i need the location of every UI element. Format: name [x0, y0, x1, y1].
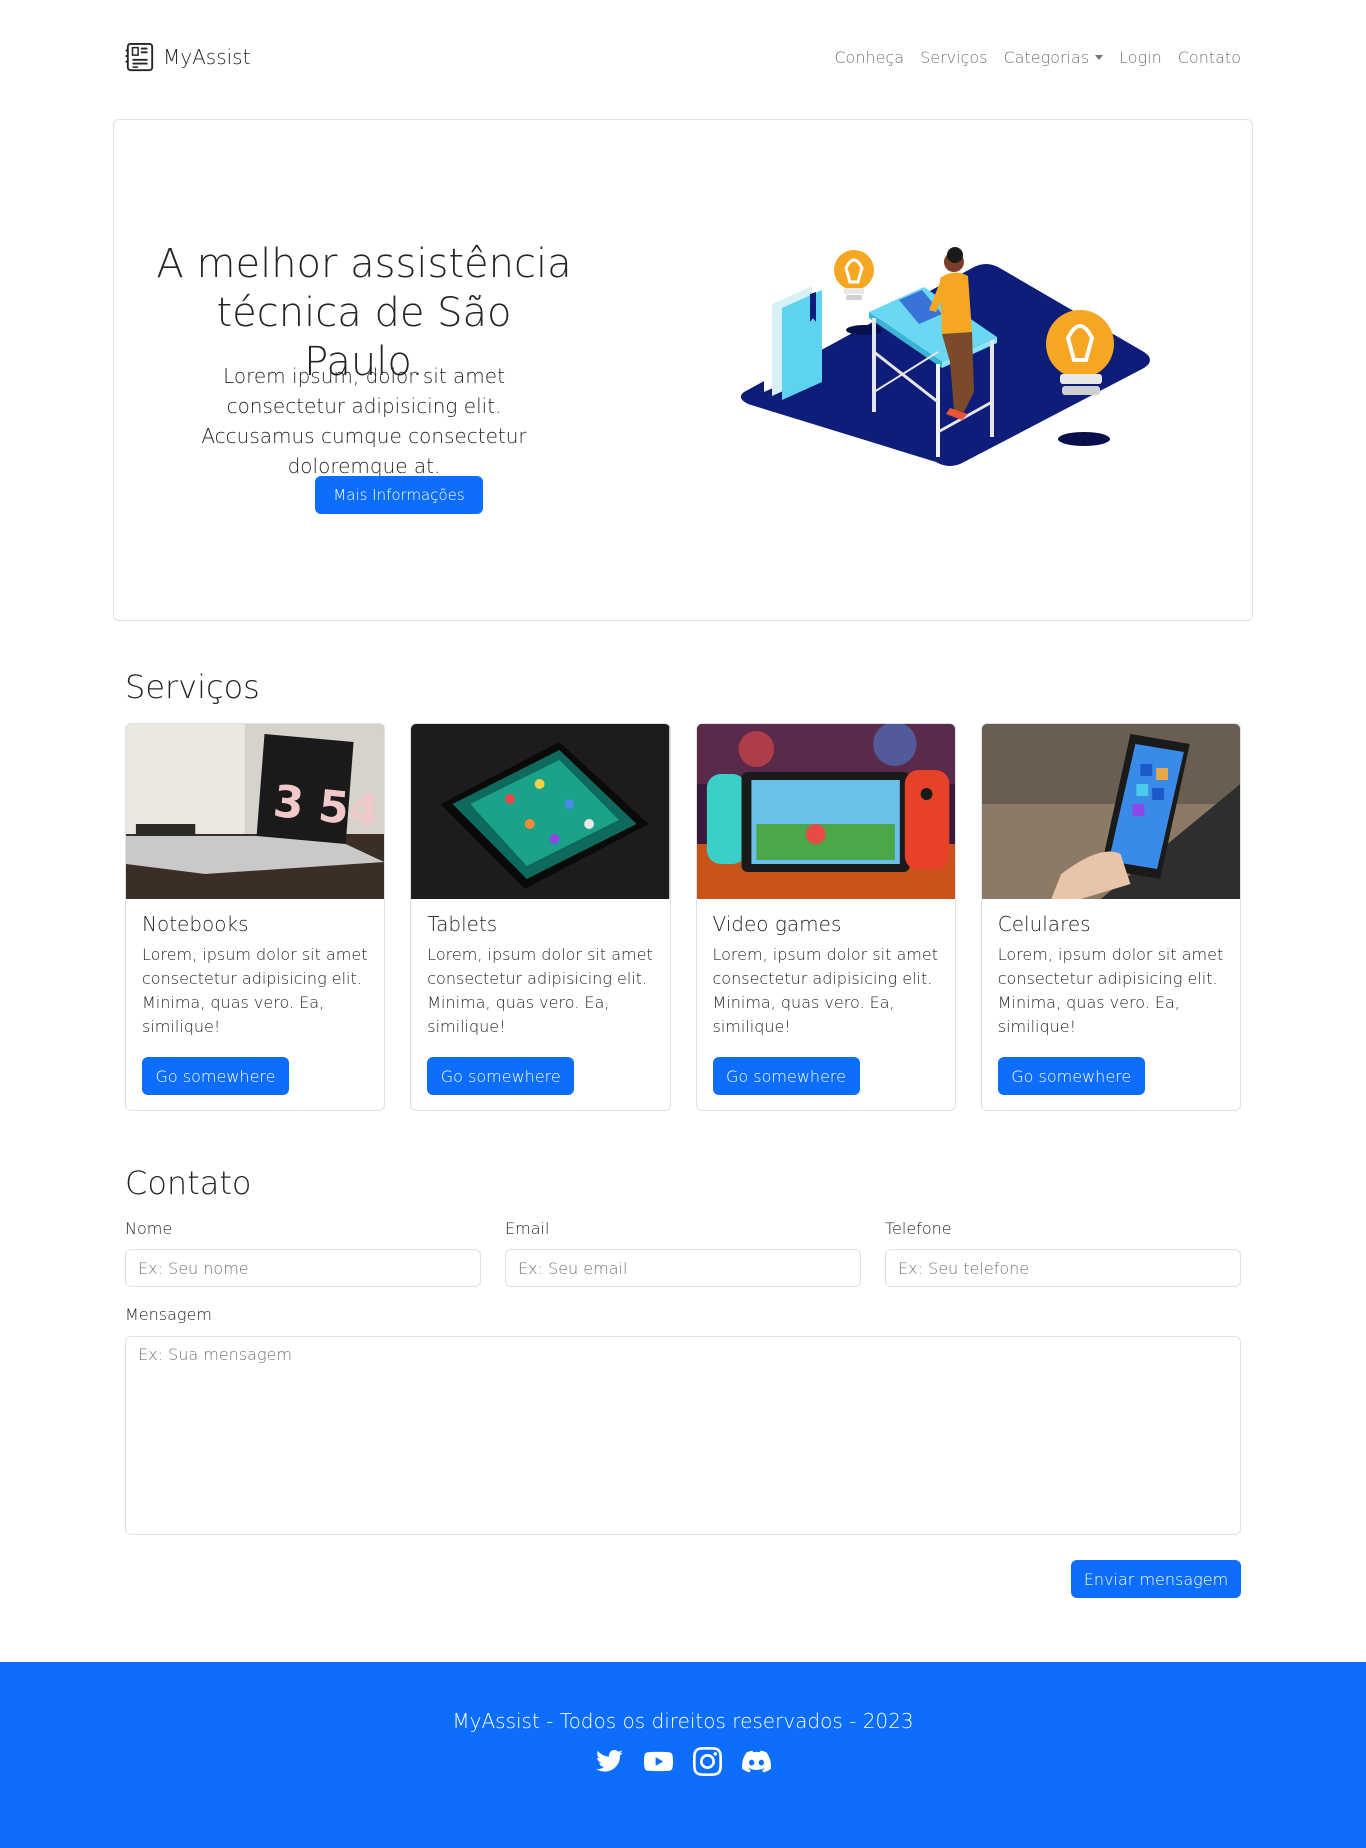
name-input[interactable]	[125, 1249, 481, 1287]
card-text: Lorem, ipsum dolor sit amet consectetur …	[712, 945, 939, 1036]
card-title: Tablets	[427, 912, 498, 936]
card-text: Lorem, ipsum dolor sit amet consectetur …	[142, 945, 368, 1036]
brand-link[interactable]: MyAssist	[125, 42, 250, 72]
service-card-notebooks: 3 54 Notebooks Lorem, ipsum dolor sit am…	[125, 723, 386, 1111]
youtube-icon[interactable]	[644, 1747, 673, 1776]
go-somewhere-button[interactable]: Go somewhere	[142, 1057, 289, 1095]
nav-item-contato[interactable]: Contato	[1178, 48, 1241, 67]
discord-icon[interactable]	[742, 1747, 772, 1776]
navbar: MyAssist Conheça Serviços Categorias Log…	[113, 0, 1253, 120]
email-input[interactable]	[505, 1249, 861, 1287]
nav-item-servicos[interactable]: Serviços	[920, 48, 987, 67]
nintendo-switch-photo	[696, 724, 955, 899]
instagram-icon[interactable]	[693, 1747, 722, 1776]
phone-label: Telefone	[885, 1219, 952, 1238]
message-textarea[interactable]	[125, 1336, 1241, 1535]
message-label: Mensagem	[125, 1305, 212, 1324]
tablet-photo	[411, 724, 670, 899]
services-title: Serviços	[125, 668, 260, 706]
send-message-button[interactable]: Enviar mensagem	[1071, 1560, 1241, 1598]
go-somewhere-button[interactable]: Go somewhere	[712, 1057, 860, 1095]
smartphone-photo	[981, 724, 1240, 899]
more-info-button[interactable]: Mais Informações	[315, 476, 483, 514]
nav-menu: Conheça Serviços Categorias Login Contat…	[834, 48, 1241, 67]
email-label: Email	[505, 1219, 550, 1238]
laptop-photo: 3 54	[126, 724, 385, 899]
go-somewhere-button[interactable]: Go somewhere	[997, 1057, 1145, 1095]
service-card-celulares: Celulares Lorem, ipsum dolor sit amet co…	[980, 723, 1241, 1111]
nav-item-login[interactable]: Login	[1119, 48, 1162, 67]
social-links	[0, 1747, 1366, 1776]
go-somewhere-button[interactable]: Go somewhere	[427, 1057, 575, 1095]
phone-input[interactable]	[885, 1249, 1241, 1287]
card-title: Video games	[712, 912, 842, 936]
nav-item-conheca[interactable]: Conheça	[834, 48, 904, 67]
hero-card: A melhor assistência técnica de São Paul…	[113, 119, 1253, 621]
card-text: Lorem, ipsum dolor sit amet consectetur …	[427, 945, 653, 1036]
isometric-workspace-illustration	[740, 247, 1150, 466]
service-card-video-games: Video games Lorem, ipsum dolor sit amet …	[695, 723, 956, 1111]
caret-down-icon	[1095, 55, 1104, 60]
hero-text: Lorem ipsum, dolor sit amet consectetur …	[201, 364, 527, 478]
footer: MyAssist - Todos os direitos reservados …	[0, 1662, 1366, 1848]
card-title: Celulares	[997, 912, 1091, 936]
contact-title: Contato	[125, 1164, 252, 1202]
services-cards: 3 54 Notebooks Lorem, ipsum dolor sit am…	[125, 723, 1241, 1111]
twitter-icon[interactable]	[595, 1747, 624, 1776]
nav-item-categorias[interactable]: Categorias	[1003, 48, 1104, 67]
service-card-tablets: Tablets Lorem, ipsum dolor sit amet cons…	[410, 723, 671, 1111]
nav-item-categorias-label: Categorias	[1003, 48, 1090, 67]
card-text: Lorem, ipsum dolor sit amet consectetur …	[997, 945, 1224, 1036]
card-title: Notebooks	[142, 912, 249, 936]
motherboard-icon	[125, 42, 154, 72]
brand-name: MyAssist	[163, 45, 251, 69]
footer-copyright: MyAssist - Todos os direitos reservados …	[452, 1709, 914, 1733]
name-label: Nome	[125, 1219, 173, 1238]
